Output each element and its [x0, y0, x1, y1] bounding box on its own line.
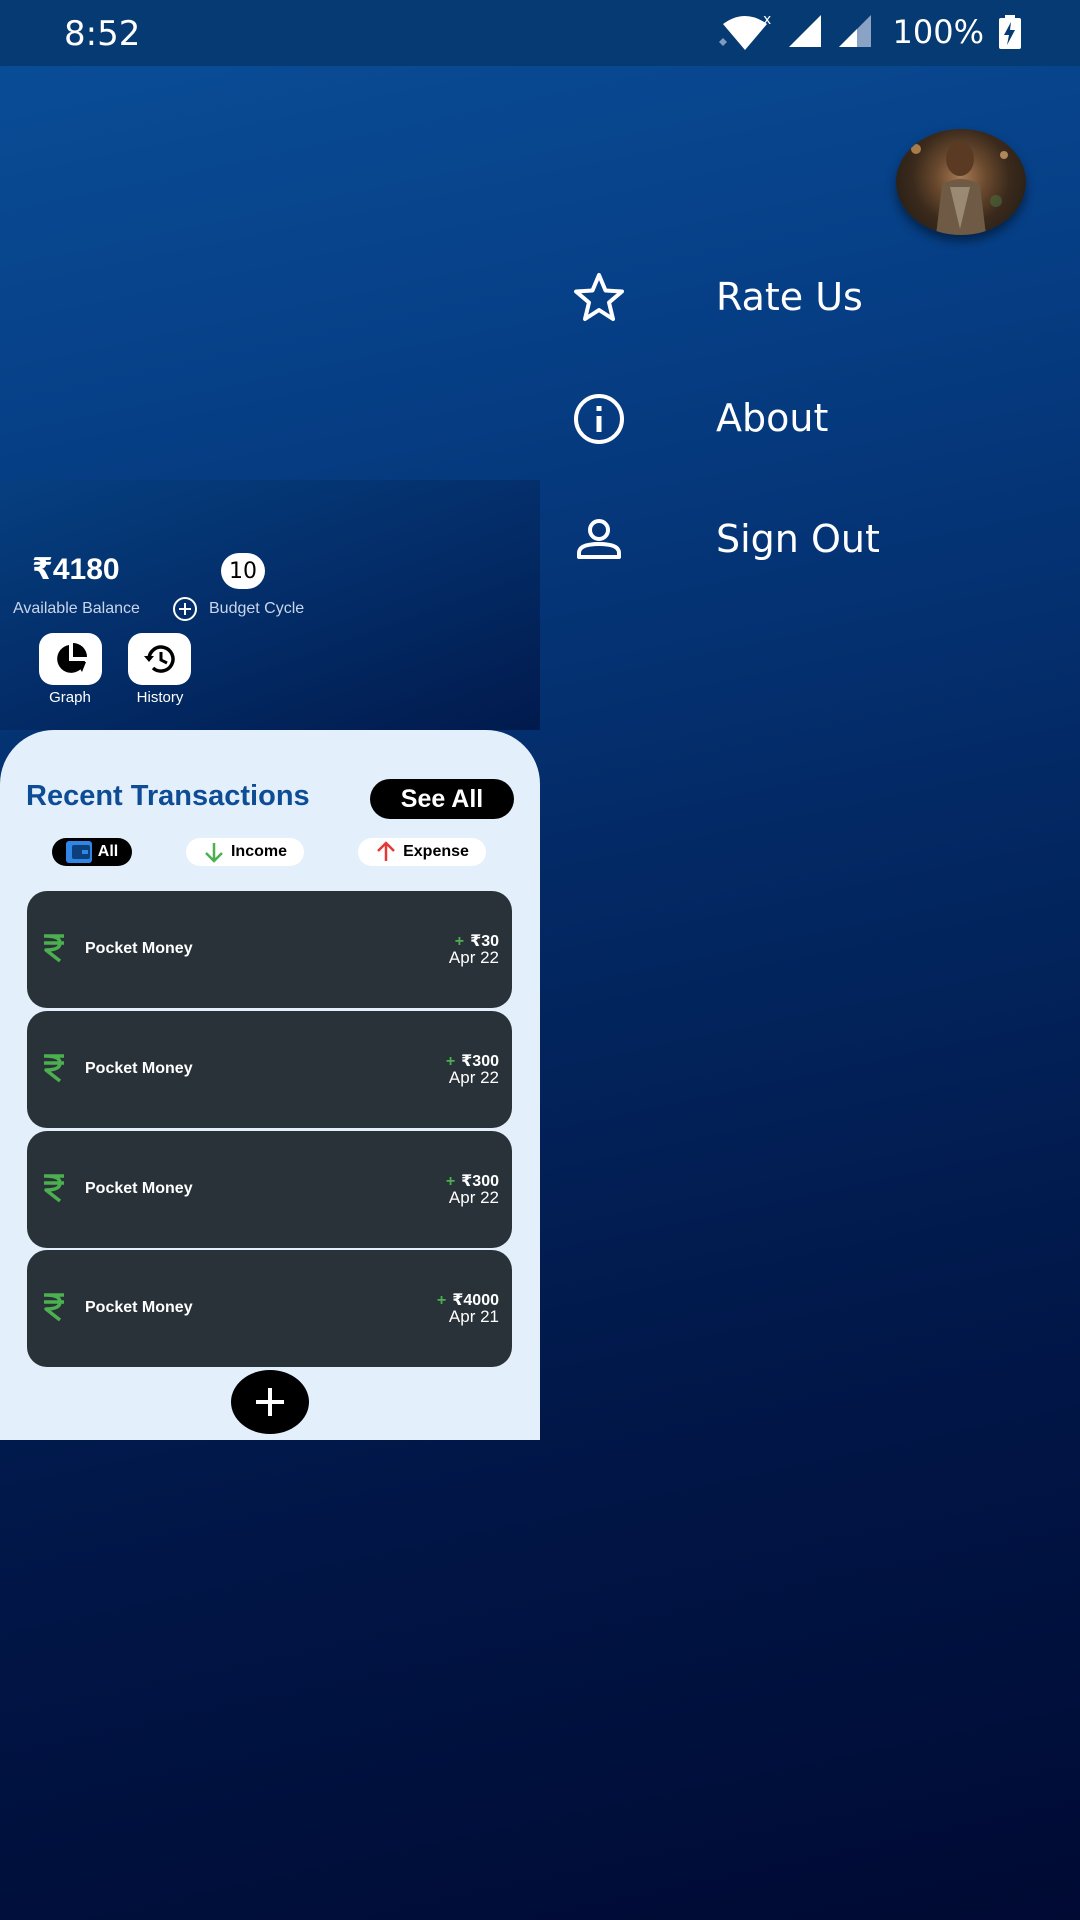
transaction-date: Apr 22	[448, 948, 499, 967]
available-balance-value: ₹4180	[32, 553, 120, 586]
transaction-date: Apr 22	[448, 1188, 499, 1207]
graph-button[interactable]	[39, 633, 102, 685]
pie-chart-icon	[56, 643, 87, 673]
cell-signal-2-icon	[838, 15, 871, 47]
transaction-name: Pocket Money	[85, 1299, 193, 1316]
info-outline-icon	[574, 394, 624, 444]
cell-signal-icon	[788, 15, 821, 47]
budget-cycle-label: Budget Cycle	[209, 600, 305, 617]
wifi-icon: x	[718, 12, 771, 50]
star-outline-icon	[574, 273, 624, 321]
transaction-card[interactable]: Pocket Money + ₹30 Apr 22	[27, 891, 512, 1008]
arrow-up-icon	[377, 841, 395, 861]
transaction-card[interactable]: Pocket Money + ₹300 Apr 22	[27, 1011, 512, 1128]
status-bar: 8:52 x 100%	[0, 0, 1080, 66]
avatar-photo	[911, 142, 1008, 235]
filter-all[interactable]: All	[52, 838, 132, 866]
person-outline-icon	[577, 519, 621, 559]
transaction-name: Pocket Money	[85, 1060, 193, 1077]
status-time: 8:52	[64, 14, 141, 54]
transaction-date: Apr 21	[448, 1307, 499, 1326]
menu-item-rate-us[interactable]: Rate Us	[560, 257, 1060, 337]
transaction-name: Pocket Money	[85, 1180, 193, 1197]
battery-charging-icon	[999, 15, 1021, 49]
filter-income[interactable]: Income	[186, 838, 304, 866]
graph-label: Graph	[49, 689, 91, 706]
see-all-button[interactable]: See All	[370, 779, 514, 819]
transaction-name: Pocket Money	[85, 940, 193, 957]
transaction-card[interactable]: Pocket Money + ₹4000 Apr 21	[27, 1250, 512, 1367]
menu-label-sign-out: Sign Out	[716, 517, 880, 561]
menu-label-about: About	[716, 396, 829, 440]
menu-item-sign-out[interactable]: Sign Out	[560, 499, 1060, 579]
income-sign: +	[436, 1292, 447, 1309]
menu-label-rate-us: Rate Us	[716, 275, 863, 319]
recent-transactions-title: Recent Transactions	[26, 780, 310, 812]
battery-percent: 100%	[892, 13, 984, 51]
filter-expense[interactable]: Expense	[358, 838, 486, 866]
rupee-icon	[44, 934, 64, 963]
filter-all-label: All	[97, 843, 119, 860]
history-label: History	[136, 689, 184, 706]
filter-income-label: Income	[230, 843, 287, 860]
filter-expense-label: Expense	[403, 843, 469, 860]
history-icon	[143, 645, 175, 673]
rupee-icon	[44, 1174, 64, 1203]
budget-cycle-badge[interactable]: 10	[221, 553, 265, 589]
menu-item-about[interactable]: About	[560, 378, 1060, 458]
status-icons: x 100%	[717, 12, 1022, 52]
plus-icon	[256, 1388, 284, 1416]
transaction-card[interactable]: Pocket Money + ₹300 Apr 22	[27, 1131, 512, 1248]
add-transaction-button[interactable]	[231, 1370, 309, 1434]
wallet-icon	[65, 841, 92, 863]
history-button[interactable]	[128, 633, 191, 685]
svg-text:x: x	[763, 12, 771, 28]
arrow-down-icon	[205, 843, 223, 863]
add-circle-icon[interactable]	[172, 596, 198, 622]
rupee-icon	[44, 1293, 64, 1322]
rupee-icon	[44, 1054, 64, 1083]
transaction-date: Apr 22	[448, 1068, 499, 1087]
available-balance-label: Available Balance	[13, 600, 140, 617]
profile-avatar[interactable]	[896, 129, 1026, 235]
